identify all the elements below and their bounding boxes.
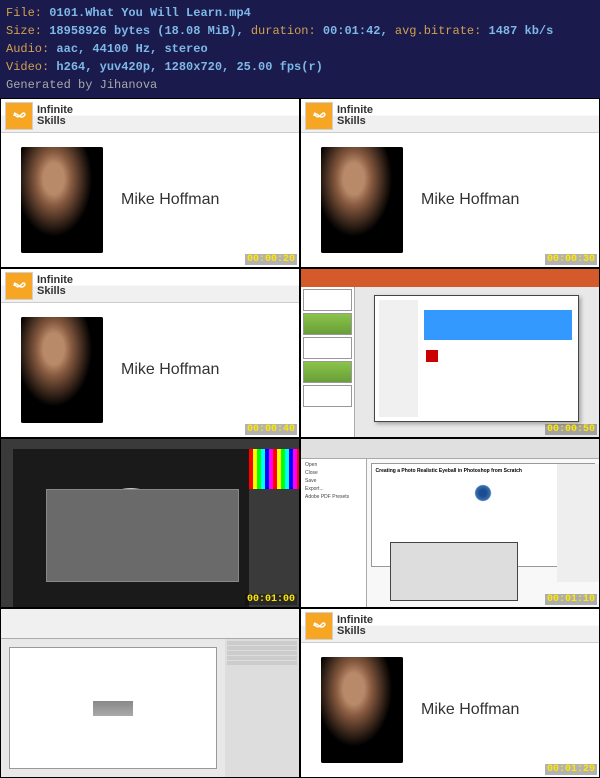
presenter-portrait	[21, 147, 103, 253]
video-info: h264, yuv420p, 1280x720, 25.00 fps(r)	[56, 60, 322, 74]
thumb-3[interactable]: InfiniteSkills Mike Hoffman 00:00:40	[0, 268, 300, 438]
logo-bar: InfiniteSkills	[301, 609, 599, 643]
pdf-page	[9, 647, 217, 769]
slide-thumb	[303, 361, 352, 383]
thumb-8[interactable]: InfiniteSkills Mike Hoffman 00:01:29	[300, 608, 600, 778]
tool-item	[227, 651, 298, 655]
pdfmaker-dialog	[374, 295, 579, 423]
acrobat-toolbar	[1, 609, 299, 639]
file-menu: OpenCloseSaveExport...Adobe PDF Presets	[301, 459, 367, 607]
infinite-skills-icon	[305, 102, 333, 130]
thumb-7[interactable]	[0, 608, 300, 778]
pdf-settings-dropdown	[424, 310, 572, 340]
logo-text: InfiniteSkills	[337, 105, 373, 127]
audio-info: aac, 44100 Hz, stereo	[56, 42, 207, 56]
presenter-slide: Mike Hoffman	[1, 303, 299, 437]
presenter-portrait	[21, 317, 103, 423]
swatches	[249, 449, 299, 489]
tool-item	[227, 656, 298, 660]
timestamp: 00:00:40	[245, 424, 297, 435]
export-dialog	[390, 542, 518, 601]
slide-thumb	[303, 313, 352, 335]
info-line-size: Size: 18958926 bytes (18.08 MiB), durati…	[6, 22, 594, 40]
thumb-1[interactable]: InfiniteSkills Mike Hoffman 00:00:20	[0, 98, 300, 268]
generated-by: Generated by Jihanova	[6, 76, 594, 94]
file-size: 18958926 bytes (18.08 MiB),	[49, 24, 243, 38]
thumb-4[interactable]: 00:00:50	[300, 268, 600, 438]
presenter-slide: Mike Hoffman	[301, 133, 599, 267]
presenter-slide: Mike Hoffman	[1, 133, 299, 267]
powerpoint-window	[301, 269, 599, 437]
thumb-2[interactable]: InfiniteSkills Mike Hoffman 00:00:30	[300, 98, 600, 268]
panels	[557, 464, 599, 582]
photoshop-toolbar	[1, 449, 13, 607]
photoshop-palette	[249, 449, 299, 607]
infinite-skills-icon	[305, 612, 333, 640]
timestamp: 00:00:30	[545, 254, 597, 265]
tool-item	[227, 661, 298, 665]
bitrate: 1487 kb/s	[489, 24, 554, 38]
presenter-name: Mike Hoffman	[121, 361, 219, 379]
file-info-header: File: 0101.What You Will Learn.mp4 Size:…	[0, 0, 600, 98]
document-title: Creating a Photo Realistic Eyeball in Ph…	[376, 468, 522, 474]
logo-text: InfiniteSkills	[37, 275, 73, 297]
slide-thumb	[303, 385, 352, 407]
info-line-file: File: 0101.What You Will Learn.mp4	[6, 4, 594, 22]
slide-panel	[301, 287, 355, 437]
info-line-audio: Audio: aac, 44100 Hz, stereo	[6, 40, 594, 58]
tool-item	[227, 641, 298, 645]
timestamp: 00:00:20	[245, 254, 297, 265]
info-line-video: Video: h264, yuv420p, 1280x720, 25.00 fp…	[6, 58, 594, 76]
thumbnail-grid: InfiniteSkills Mike Hoffman 00:00:20 Inf…	[0, 98, 600, 778]
slide-thumb	[303, 289, 352, 311]
photoshop-window	[1, 439, 299, 607]
logo-bar: InfiniteSkills	[1, 269, 299, 303]
eyeball-image	[468, 478, 498, 508]
caliper-image	[93, 701, 133, 716]
file-name: 0101.What You Will Learn.mp4	[49, 6, 251, 20]
thumb-6[interactable]: OpenCloseSaveExport...Adobe PDF Presets …	[300, 438, 600, 608]
logo-text: InfiniteSkills	[37, 105, 73, 127]
acrobat-window	[1, 609, 299, 777]
infinite-skills-icon	[5, 102, 33, 130]
timestamp: 00:00:50	[545, 424, 597, 435]
presenter-portrait	[321, 147, 403, 253]
timestamp: 00:01:00	[245, 594, 297, 605]
save-adobe-pdf-dialog	[46, 489, 240, 581]
photoshop-menubar	[1, 439, 299, 449]
timestamp: 00:01:29	[545, 764, 597, 775]
indesign-window: OpenCloseSaveExport...Adobe PDF Presets …	[301, 439, 599, 607]
logo-text: InfiniteSkills	[337, 615, 373, 637]
tool-item	[227, 646, 298, 650]
tools-pane	[225, 639, 300, 777]
indesign-menubar	[301, 439, 599, 459]
logo-bar: InfiniteSkills	[1, 99, 299, 133]
presenter-name: Mike Hoffman	[421, 701, 519, 719]
slide-thumb	[303, 337, 352, 359]
infinite-skills-icon	[5, 272, 33, 300]
presenter-name: Mike Hoffman	[421, 191, 519, 209]
duration: 00:01:42,	[323, 24, 388, 38]
timestamp: 00:01:10	[545, 594, 597, 605]
thumb-5[interactable]: 00:01:00	[0, 438, 300, 608]
adobe-icon	[426, 350, 438, 362]
logo-bar: InfiniteSkills	[301, 99, 599, 133]
presenter-portrait	[321, 657, 403, 763]
presenter-slide: Mike Hoffman	[301, 643, 599, 777]
presenter-name: Mike Hoffman	[121, 191, 219, 209]
powerpoint-ribbon	[301, 269, 599, 287]
